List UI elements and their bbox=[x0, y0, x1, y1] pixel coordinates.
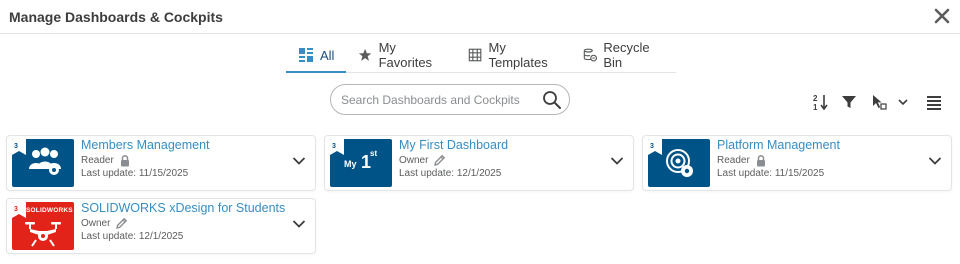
dashboard-thumbnail: SOLIDWORKS 3 bbox=[12, 202, 74, 250]
tab-my-templates-label: My Templates bbox=[488, 40, 548, 70]
svg-text:3: 3 bbox=[14, 206, 18, 213]
svg-text:3: 3 bbox=[332, 143, 336, 150]
star-icon bbox=[359, 48, 372, 61]
dashboard-thumbnail: 3 bbox=[648, 139, 710, 187]
filter-icon[interactable] bbox=[840, 93, 858, 111]
tab-my-favorites-label: My Favorites bbox=[378, 40, 433, 70]
recycle-bin-icon bbox=[583, 48, 598, 62]
lock-icon bbox=[756, 155, 765, 167]
chevron-down-icon[interactable] bbox=[928, 156, 942, 166]
tab-recycle-bin[interactable]: Recycle Bin bbox=[571, 38, 676, 72]
dashboard-card[interactable]: 3 Platform Management Reader Last update… bbox=[642, 135, 952, 191]
pencil-icon bbox=[434, 154, 446, 166]
card-last-update: Last update: 12/1/2025 bbox=[81, 231, 184, 242]
card-role-label: Reader bbox=[717, 155, 750, 166]
pencil-icon bbox=[116, 217, 128, 229]
dialog-header: Manage Dashboards & Cockpits bbox=[0, 0, 960, 34]
chevron-down-icon[interactable] bbox=[896, 93, 910, 111]
card-role: Reader bbox=[717, 154, 767, 167]
thumb-text-my: My bbox=[344, 159, 357, 169]
3dexperience-badge-icon: 3 bbox=[330, 139, 344, 155]
list-view-icon[interactable] bbox=[925, 93, 943, 111]
dashboard-card[interactable]: My 1 st 3 My First Dashboard Owner Last … bbox=[324, 135, 634, 191]
chevron-down-icon[interactable] bbox=[610, 156, 624, 166]
card-role-label: Owner bbox=[399, 155, 429, 166]
sort-icon[interactable]: 2 1 bbox=[812, 93, 830, 111]
grid-dashboard-icon bbox=[299, 48, 313, 62]
dashboard-thumbnail: My 1 st 3 bbox=[330, 139, 392, 187]
svg-text:1: 1 bbox=[813, 103, 818, 111]
toolbar: 2 1 bbox=[0, 93, 960, 113]
thumb-text-sup: st bbox=[370, 149, 378, 158]
close-icon[interactable] bbox=[934, 7, 950, 25]
template-grid-icon bbox=[469, 48, 482, 62]
card-title[interactable]: Members Management bbox=[81, 138, 210, 152]
thumb-brand-text: SOLIDWORKS bbox=[26, 207, 73, 214]
svg-text:3: 3 bbox=[14, 143, 18, 150]
select-cursor-icon[interactable] bbox=[870, 93, 888, 111]
tab-my-templates[interactable]: My Templates bbox=[456, 38, 571, 72]
card-last-update: Last update: 12/1/2025 bbox=[399, 168, 502, 179]
chevron-down-icon[interactable] bbox=[292, 156, 306, 166]
card-title[interactable]: My First Dashboard bbox=[399, 138, 508, 152]
3dexperience-badge-icon: 3 bbox=[12, 139, 26, 155]
card-role-label: Reader bbox=[81, 155, 114, 166]
tab-my-favorites[interactable]: My Favorites bbox=[346, 38, 456, 72]
dashboard-thumbnail: 3 bbox=[12, 139, 74, 187]
card-role-label: Owner bbox=[81, 218, 111, 229]
card-title[interactable]: Platform Management bbox=[717, 138, 840, 152]
3dexperience-badge-icon: 3 bbox=[648, 139, 662, 155]
card-role: Owner bbox=[399, 154, 446, 167]
tab-all-label: All bbox=[320, 47, 335, 63]
tab-all[interactable]: All bbox=[286, 38, 347, 73]
dashboard-card[interactable]: SOLIDWORKS 3 SOLIDWORKS xDesign for Stud… bbox=[6, 198, 316, 254]
card-last-update: Last update: 11/15/2025 bbox=[717, 168, 825, 179]
card-role: Owner bbox=[81, 217, 128, 230]
svg-text:3: 3 bbox=[650, 143, 654, 150]
dashboard-card[interactable]: 3 Members Management Reader Last update:… bbox=[6, 135, 316, 191]
card-title[interactable]: SOLIDWORKS xDesign for Students bbox=[81, 201, 285, 215]
lock-icon bbox=[120, 155, 129, 167]
tab-bar: All My Favorites My Templates Recycle Bi… bbox=[286, 38, 676, 73]
card-role: Reader bbox=[81, 154, 131, 167]
3dexperience-badge-icon: 3 bbox=[12, 202, 26, 218]
svg-text:2: 2 bbox=[813, 94, 818, 103]
dialog-title: Manage Dashboards & Cockpits bbox=[9, 9, 223, 25]
card-last-update: Last update: 11/15/2025 bbox=[81, 168, 189, 179]
chevron-down-icon[interactable] bbox=[292, 219, 306, 229]
tab-recycle-bin-label: Recycle Bin bbox=[603, 40, 650, 70]
